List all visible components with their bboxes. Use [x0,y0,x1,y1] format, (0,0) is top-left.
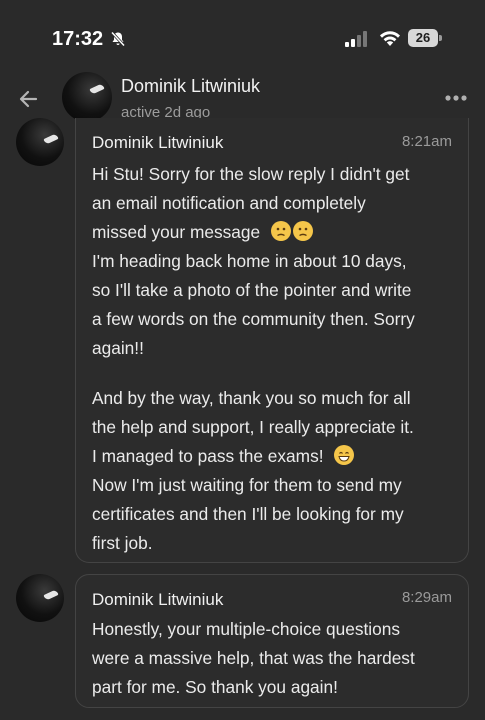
message-time: 8:29am [401,589,452,606]
avatar[interactable] [16,574,64,622]
status-bar: 17:32 26 [0,0,485,70]
contact-name[interactable]: Dominik Litwiniuk [121,76,260,97]
message-line: again!! [92,338,144,358]
message-bubble: Dominik Litwiniuk 8:21am Hi Stu! Sorry f… [75,118,469,563]
message-line: Honestly, your multiple-choice questions [92,619,401,639]
grinning-face-emoji [334,445,355,465]
avatar[interactable] [16,118,64,166]
message-sender: Dominik Litwiniuk [92,133,224,152]
message-line: I'm heading back home in about 10 days, [92,251,407,271]
confused-face-emoji [292,221,313,241]
message-bubble: Dominik Litwiniuk 8:29am Honestly, your … [75,574,469,708]
avatar[interactable] [62,72,112,122]
battery-icon: 26 [408,29,438,47]
message-time: 8:21am [401,133,452,150]
battery-level: 26 [415,30,431,45]
message-line: first job. [92,533,153,553]
message-line: a few words on the community then. Sorry [92,309,415,329]
message-line: were a massive help, that was the hardes… [92,648,415,668]
message-line: certificates and then I'll be looking fo… [92,504,404,524]
message-paragraph: Honestly, your multiple-choice questions… [92,615,462,702]
message-line: part for me. So thank you again! [92,677,338,697]
message-sender: Dominik Litwiniuk [92,590,224,609]
message-paragraph: Hi Stu! Sorry for the slow reply I didn'… [92,160,462,558]
message-line: missed your message [92,222,261,242]
message-line: Hi Stu! Sorry for the slow reply I didn'… [92,164,410,184]
more-dots-icon[interactable] [443,90,469,106]
bell-slash-icon [110,31,126,47]
message-line: I managed to pass the exams! [92,446,324,466]
back-arrow-icon[interactable] [14,84,44,114]
message-line: And by the way, thank you so much for al… [92,388,411,408]
wifi-icon [380,31,400,46]
message-line: so I'll take a photo of the pointer and … [92,280,412,300]
battery-tip [439,35,442,41]
status-time: 17:32 [52,28,104,50]
message-line: an email notification and completely [92,193,366,213]
confused-face-emoji [270,221,291,241]
message-line: Now I'm just waiting for them to send my [92,475,402,495]
signal-icon [345,31,367,47]
message-line: the help and support, I really appreciat… [92,417,414,437]
